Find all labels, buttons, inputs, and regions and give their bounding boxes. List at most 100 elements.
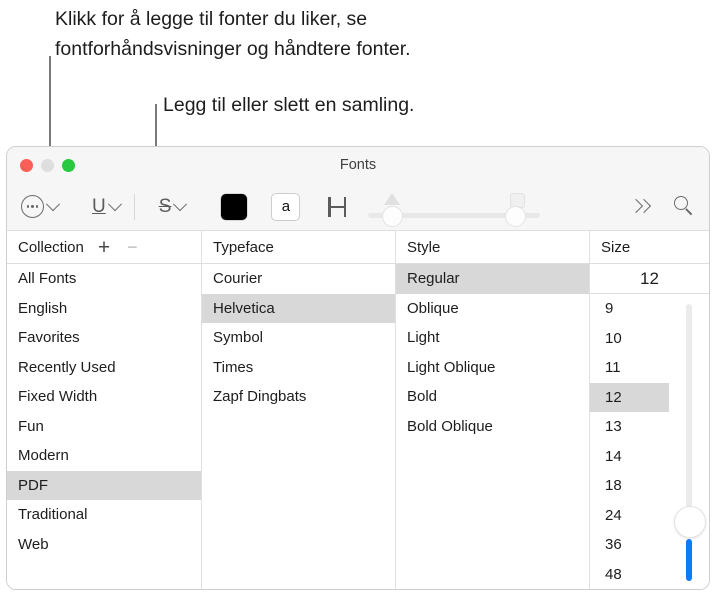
shadow-opacity-slider[interactable]	[366, 188, 458, 227]
collection-list-item-label: Favorites	[18, 329, 80, 347]
slider-track	[452, 212, 541, 218]
collection-list-item[interactable]: Recently Used	[7, 353, 201, 383]
collection-list-item-label: Fixed Width	[18, 388, 98, 406]
collection-list-item[interactable]: PDF	[7, 470, 201, 500]
collection-list-item-label: Modern	[18, 447, 69, 465]
collection-list-item[interactable]: Traditional	[7, 500, 201, 530]
slider-knob[interactable]	[505, 205, 527, 227]
typeface-list-item[interactable]: Zapf Dingbats	[202, 382, 395, 412]
collection-list-item[interactable]: All Fonts	[7, 264, 201, 294]
size-list-item[interactable]: 36	[590, 530, 669, 560]
fonts-toolbar: U S a	[7, 183, 709, 231]
typeface-list-item-label: Courier	[213, 270, 263, 288]
toolbar-divider	[133, 193, 135, 220]
strikethrough-button[interactable]: S	[158, 196, 188, 217]
size-list-item-label: 24	[605, 506, 622, 524]
typeface-list-item-label: Times	[213, 358, 254, 376]
ellipsis-circle-icon	[21, 195, 44, 218]
typefaces-list[interactable]: Courier Helvetica Symbol Times Zapf Dingbats	[201, 264, 395, 589]
slider-knob[interactable]	[382, 205, 404, 227]
collection-list-item[interactable]: English	[7, 294, 201, 324]
collection-list-item-label: All Fonts	[18, 270, 77, 288]
size-list-item-label: 13	[605, 418, 622, 436]
fonts-panes: All Fonts English Favorites Recently Used Fi…	[7, 264, 709, 589]
collection-list-item[interactable]: Web	[7, 530, 201, 560]
close-button[interactable]	[20, 158, 33, 172]
overflow-chevrons-icon[interactable]	[628, 198, 652, 216]
zoom-button[interactable]	[62, 158, 75, 172]
column-header-size[interactable]: Size	[589, 231, 709, 263]
triangle-icon	[384, 192, 401, 205]
style-list-item[interactable]: Bold Oblique	[396, 412, 589, 442]
style-list-item-label: Bold Oblique	[407, 417, 493, 435]
collection-list-item[interactable]: Favorites	[7, 323, 201, 353]
size-slider[interactable]	[669, 294, 709, 589]
size-list-item-label: 18	[605, 477, 622, 495]
minimize-button[interactable]	[41, 158, 54, 172]
column-header-row: Collection + − Typeface Style Size	[7, 231, 709, 264]
column-header-collection[interactable]: Collection + −	[7, 231, 201, 263]
size-list-item[interactable]: 13	[590, 412, 669, 442]
style-list-item[interactable]: Oblique	[396, 294, 589, 324]
size-list-item[interactable]: 48	[590, 560, 669, 590]
column-header-typeface[interactable]: Typeface	[201, 231, 395, 263]
text-spacing-button[interactable]	[326, 196, 348, 217]
typeface-list-item[interactable]: Symbol	[202, 323, 395, 353]
window-title: Fonts	[339, 157, 377, 173]
size-list-item-label: 11	[605, 359, 621, 377]
collection-list-item[interactable]: Fun	[7, 412, 201, 442]
collection-list-item-label: Fun	[18, 417, 44, 435]
size-body: 9 10 11 12 13 14 18 24 36 48	[590, 294, 709, 589]
typeface-list-item-label: Helvetica	[213, 299, 275, 317]
size-list-item[interactable]: 9	[590, 294, 669, 324]
size-slider-knob[interactable]	[674, 506, 706, 538]
actions-menu-button[interactable]	[21, 195, 61, 218]
chevron-down-icon	[45, 196, 61, 211]
typeface-list-item[interactable]: Courier	[202, 264, 395, 294]
collection-list-item-label: PDF	[18, 476, 48, 494]
size-value-field[interactable]: 12	[590, 264, 709, 294]
style-list-item[interactable]: Light Oblique	[396, 353, 589, 383]
size-list-item-label: 12	[605, 388, 622, 406]
style-list-item[interactable]: Bold	[396, 382, 589, 412]
size-list-item[interactable]: 18	[590, 471, 669, 501]
collection-list-item-label: Web	[18, 535, 49, 553]
size-list-item[interactable]: 14	[590, 442, 669, 472]
remove-collection-button[interactable]: −	[127, 238, 138, 256]
sizes-list[interactable]: 9 10 11 12 13 14 18 24 36 48	[590, 294, 669, 589]
window-titlebar: Fonts	[7, 147, 709, 183]
add-collection-button[interactable]: +	[98, 237, 110, 258]
column-header-style[interactable]: Style	[395, 231, 589, 263]
strikethrough-icon: S	[158, 196, 172, 217]
kerning-bar-middle	[329, 205, 346, 208]
style-list-item-label: Light Oblique	[407, 358, 496, 376]
column-header-style-label: Style	[407, 238, 441, 256]
typeface-list-item-label: Zapf Dingbats	[213, 388, 307, 406]
underline-button[interactable]: U	[92, 196, 122, 216]
size-list-item[interactable]: 12	[590, 382, 669, 412]
size-list-item[interactable]: 10	[590, 324, 669, 354]
size-list-item[interactable]: 11	[590, 353, 669, 383]
typeface-list-item[interactable]: Times	[202, 353, 395, 383]
size-list-item-label: 10	[605, 329, 622, 347]
chevron-down-icon	[173, 196, 188, 211]
collection-list-item-label: Recently Used	[18, 358, 116, 376]
column-header-collection-label: Collection	[18, 238, 84, 256]
callout-text-add-remove-collection: Legg til eller slett en samling.	[163, 94, 415, 116]
style-list-item-label: Bold	[407, 388, 438, 406]
size-list-item[interactable]: 24	[590, 501, 669, 531]
style-list-item[interactable]: Regular	[396, 264, 589, 294]
traffic-lights	[20, 158, 75, 172]
collections-list[interactable]: All Fonts English Favorites Recently Used Fi…	[7, 264, 201, 589]
style-list-item[interactable]: Light	[396, 323, 589, 353]
shadow-blur-slider[interactable]	[450, 188, 542, 227]
styles-list[interactable]: Regular Oblique Light Light Oblique Bold Bold…	[395, 264, 589, 589]
text-color-swatch[interactable]	[221, 193, 248, 220]
size-pane: 12 9 10 11 12 13 14 18 24 36 48	[589, 264, 709, 589]
kerning-bar-right	[344, 196, 347, 217]
document-color-button[interactable]: a	[271, 192, 301, 221]
search-icon[interactable]	[674, 196, 695, 217]
typeface-list-item[interactable]: Helvetica	[202, 293, 395, 323]
collection-list-item[interactable]: Fixed Width	[7, 382, 201, 412]
collection-list-item[interactable]: Modern	[7, 441, 201, 471]
